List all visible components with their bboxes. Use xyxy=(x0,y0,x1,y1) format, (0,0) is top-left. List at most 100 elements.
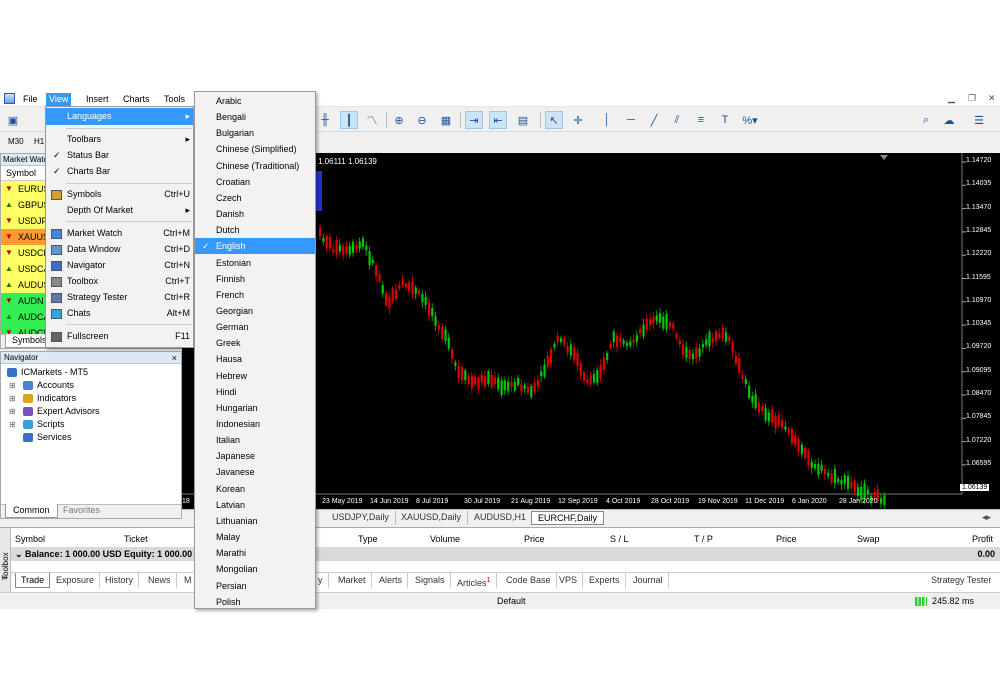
chart-tab-audusd[interactable]: AUDUSD,H1 xyxy=(468,511,534,525)
profile-name[interactable]: Default xyxy=(497,596,526,606)
navigator-root[interactable]: ICMarkets - MT5 xyxy=(1,366,181,379)
tab-common[interactable]: Common xyxy=(5,504,58,518)
expand-icon[interactable]: ⊞ xyxy=(9,379,16,392)
indicators-icon[interactable]: ▤ xyxy=(514,111,532,129)
language-item[interactable]: German xyxy=(195,319,315,335)
balance-row[interactable]: ⌄ Balance: 1 000.00 USD Equity: 1 000.00… xyxy=(11,547,1000,561)
col-price-current[interactable]: Price xyxy=(776,534,797,544)
language-item[interactable]: Dutch xyxy=(195,222,315,238)
language-item[interactable]: Lithuanian xyxy=(195,513,315,529)
chevron-down-icon[interactable]: ⌄ xyxy=(15,549,25,559)
cursor-icon[interactable]: ↖ xyxy=(545,111,563,129)
language-item[interactable]: Indonesian xyxy=(195,416,315,432)
tab-articles[interactable]: Articles1 xyxy=(452,573,497,588)
trend-line-icon[interactable]: ╱ xyxy=(645,111,663,129)
language-item[interactable]: Marathi xyxy=(195,545,315,561)
tab-news[interactable]: News xyxy=(143,573,177,588)
language-item[interactable]: Czech xyxy=(195,190,315,206)
navigator-item[interactable]: ⊞ Expert Advisors xyxy=(1,405,181,418)
horizontal-line-icon[interactable]: ─ xyxy=(622,111,640,129)
col-sl[interactable]: S / L xyxy=(610,534,629,544)
zoom-in-icon[interactable]: ⊕ xyxy=(390,111,408,129)
language-item[interactable]: Hausa xyxy=(195,351,315,367)
menu-item-fullscreen[interactable]: Fullscreen F11 xyxy=(46,328,193,345)
col-type[interactable]: Type xyxy=(358,534,378,544)
chart-shift-marker[interactable] xyxy=(880,155,888,160)
close-icon[interactable]: ✕ xyxy=(988,93,996,104)
tab-trade[interactable]: Trade xyxy=(15,573,51,588)
col-price[interactable]: Price xyxy=(524,534,545,544)
language-item[interactable]: Italian xyxy=(195,432,315,448)
shapes-icon[interactable]: %▾ xyxy=(741,111,759,129)
language-item[interactable]: Danish xyxy=(195,206,315,222)
menu-item-languages[interactable]: Languages ▸ xyxy=(46,108,193,125)
tab-history[interactable]: History xyxy=(100,573,140,588)
language-item[interactable]: Estonian xyxy=(195,255,315,271)
menu-item-data-window[interactable]: Data Window Ctrl+D xyxy=(46,241,193,258)
new-chart-icon[interactable]: ▣ xyxy=(4,111,22,129)
chart-shift-icon[interactable]: ⇤ xyxy=(489,111,507,129)
tab-scroll-icon[interactable]: ◂▸ xyxy=(982,512,991,523)
language-item[interactable]: Hungarian xyxy=(195,400,315,416)
language-item[interactable]: Greek xyxy=(195,335,315,351)
tab-journal[interactable]: Journal xyxy=(628,573,669,588)
close-icon[interactable]: × xyxy=(172,352,177,364)
menu-item-depth-of-market[interactable]: Depth Of Market ▸ xyxy=(46,202,193,219)
language-item[interactable]: Mongolian xyxy=(195,561,315,577)
menu-item-symbols[interactable]: Symbols Ctrl+U xyxy=(46,186,193,203)
fibonacci-icon[interactable]: ≡ xyxy=(692,111,710,129)
menu-item-charts-bar[interactable]: ✓ Charts Bar xyxy=(46,163,193,180)
candlestick-chart-icon[interactable]: ┃ xyxy=(340,111,358,129)
menu-item-strategy-tester[interactable]: Strategy Tester Ctrl+R xyxy=(46,289,193,306)
col-volume[interactable]: Volume xyxy=(430,534,460,544)
chart-tab-eurchf[interactable]: EURCHF,Daily xyxy=(531,511,605,525)
language-item[interactable]: Chinese (Traditional) xyxy=(195,158,315,174)
line-chart-icon[interactable]: 〽 xyxy=(363,111,381,129)
equidistant-channel-icon[interactable]: ⫽ xyxy=(668,111,686,129)
col-profit[interactable]: Profit xyxy=(972,534,993,544)
timeframe-m30[interactable]: M30 xyxy=(8,137,24,146)
restore-icon[interactable]: ❐ xyxy=(968,93,976,104)
col-swap[interactable]: Swap xyxy=(857,534,880,544)
menu-item-toolbox[interactable]: Toolbox Ctrl+T xyxy=(46,273,193,290)
language-item[interactable]: Georgian xyxy=(195,303,315,319)
expand-icon[interactable]: ⊞ xyxy=(9,418,16,431)
vertical-line-icon[interactable]: │ xyxy=(598,111,616,129)
expand-icon[interactable]: ⊞ xyxy=(9,392,16,405)
language-item[interactable]: Finnish xyxy=(195,271,315,287)
col-ticket[interactable]: Ticket xyxy=(124,534,148,544)
crosshair-icon[interactable]: ✛ xyxy=(569,111,587,129)
navigator-item[interactable]: ⊞ Accounts xyxy=(1,379,181,392)
tab-signals[interactable]: Signals xyxy=(410,573,451,588)
tab-code-base[interactable]: Code Base xyxy=(501,573,557,588)
chart-tab-xauusd[interactable]: XAUUSD,Daily xyxy=(395,511,469,525)
account-icon[interactable]: ☰ xyxy=(970,111,988,129)
language-item[interactable]: Croatian xyxy=(195,174,315,190)
col-tp[interactable]: T / P xyxy=(694,534,713,544)
tab-market[interactable]: Market xyxy=(333,573,372,588)
tab-favorites[interactable]: Favorites xyxy=(56,504,107,518)
chart-tab-usdjpy[interactable]: USDJPY,Daily xyxy=(326,511,396,525)
menu-file[interactable]: File xyxy=(20,93,41,106)
tab-vps[interactable]: VPS xyxy=(554,573,584,588)
language-item[interactable]: Arabic xyxy=(195,93,315,109)
search-icon[interactable]: ⌕ xyxy=(917,111,935,129)
language-item[interactable]: Chinese (Simplified) xyxy=(195,141,315,157)
language-item[interactable]: French xyxy=(195,287,315,303)
language-item[interactable]: Korean xyxy=(195,481,315,497)
language-item[interactable]: Hebrew xyxy=(195,368,315,384)
language-item[interactable]: Bengali xyxy=(195,109,315,125)
language-item[interactable]: Latvian xyxy=(195,497,315,513)
bar-chart-icon[interactable]: ╫ xyxy=(316,111,334,129)
chat-icon[interactable]: ☁ xyxy=(940,111,958,129)
tab-strategy-tester[interactable]: Strategy Tester xyxy=(926,573,996,588)
menu-charts[interactable]: Charts xyxy=(120,93,153,106)
language-item[interactable]: Persian xyxy=(195,578,315,594)
auto-scroll-icon[interactable]: ⇥ xyxy=(465,111,483,129)
tab-alerts[interactable]: Alerts xyxy=(374,573,409,588)
language-item[interactable]: Japanese xyxy=(195,448,315,464)
menu-view[interactable]: View xyxy=(46,93,72,106)
tab-exposure[interactable]: Exposure xyxy=(51,573,101,588)
menu-item-status-bar[interactable]: ✓ Status Bar xyxy=(46,147,193,164)
navigator-item[interactable]: Services xyxy=(1,431,181,444)
